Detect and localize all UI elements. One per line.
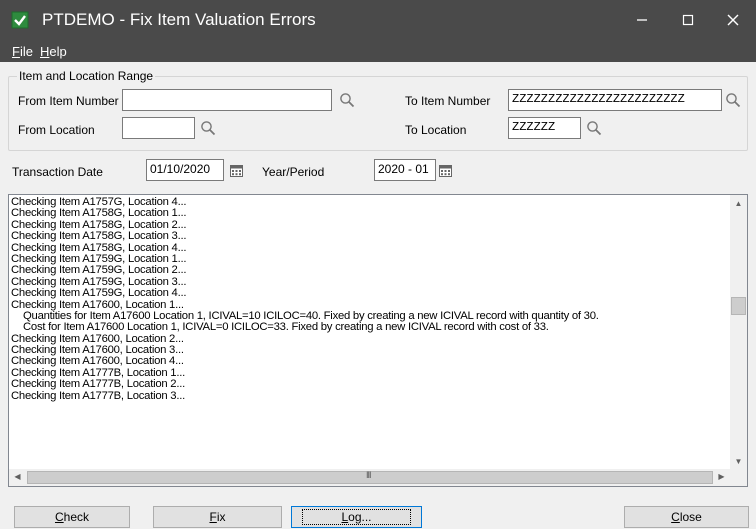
minimize-icon: [637, 19, 647, 21]
year-period-input[interactable]: 2020 - 01: [374, 159, 436, 181]
transaction-date-input[interactable]: 01/10/2020: [146, 159, 224, 181]
title-bar: PTDEMO - Fix Item Valuation Errors: [0, 0, 756, 40]
scroll-grip: III: [366, 470, 371, 480]
group-title: Item and Location Range: [17, 69, 156, 83]
from-item-search-icon[interactable]: [339, 92, 355, 108]
scroll-left-icon[interactable]: ◀: [9, 472, 26, 481]
log-line: Checking Item A1758G, Location 3...: [11, 230, 187, 243]
close-button[interactable]: Close: [624, 506, 749, 528]
horizontal-scroll-thumb[interactable]: III: [27, 470, 713, 484]
year-period-label: Year/Period: [262, 165, 325, 179]
close-window-button[interactable]: [710, 0, 756, 40]
to-item-input[interactable]: ZZZZZZZZZZZZZZZZZZZZZZZZ: [508, 89, 722, 111]
log-output[interactable]: Checking Item A1757G, Location 4... Check…: [8, 194, 748, 487]
fix-mnemonic: F: [209, 510, 217, 524]
close-mnemonic: C: [671, 510, 680, 524]
close-icon: [727, 14, 739, 26]
to-location-label: To Location: [405, 123, 467, 137]
log-line: Checking Item A1759G, Location 4...: [11, 287, 187, 300]
item-location-range-group: [8, 76, 748, 151]
to-item-label: To Item Number: [405, 94, 491, 108]
transaction-date-calendar-icon[interactable]: [230, 165, 243, 177]
vertical-scroll-thumb[interactable]: [731, 297, 746, 315]
scroll-up-icon[interactable]: ▲: [730, 199, 747, 208]
menu-help-label: elp: [49, 44, 67, 59]
menu-bar: File Help: [0, 40, 756, 62]
menu-help-mnemonic: H: [40, 44, 50, 59]
scroll-right-icon[interactable]: ▶: [713, 472, 730, 481]
log-line: Checking Item A1777B, Location 2...: [11, 378, 185, 391]
from-location-search-icon[interactable]: [200, 120, 216, 136]
to-location-search-icon[interactable]: [586, 120, 602, 136]
app-check-icon: [11, 11, 29, 29]
transaction-date-label: Transaction Date: [12, 165, 103, 179]
from-location-label: From Location: [18, 123, 95, 137]
log-lines: Checking Item A1757G, Location 4... Check…: [11, 197, 729, 467]
from-item-input[interactable]: [122, 89, 332, 111]
check-mnemonic: C: [54, 510, 64, 524]
log-line: Checking Item A1777B, Location 3...: [11, 389, 185, 402]
menu-file-mnemonic: F: [12, 44, 20, 59]
horizontal-scrollbar[interactable]: ◀ III ▶: [9, 469, 730, 486]
menu-file-label: ile: [19, 44, 33, 59]
from-location-input[interactable]: [122, 117, 195, 139]
maximize-icon: [682, 14, 694, 26]
vertical-scrollbar[interactable]: ▲ ▼: [730, 195, 747, 470]
log-label: og...: [348, 510, 372, 524]
fix-label: ix: [216, 510, 226, 524]
log-button-focus: Log...: [302, 509, 411, 525]
fix-button[interactable]: Fix: [153, 506, 282, 528]
log-line: Cost for Item A17600 Location 1, ICIVAL=…: [23, 321, 549, 334]
log-button[interactable]: Log...: [291, 506, 422, 528]
year-period-calendar-icon[interactable]: [439, 165, 452, 177]
close-label: lose: [679, 510, 702, 524]
scroll-down-icon[interactable]: ▼: [730, 457, 747, 466]
check-label: heck: [63, 510, 90, 524]
menu-help[interactable]: Help: [40, 44, 67, 59]
to-location-input[interactable]: ZZZZZZ: [508, 117, 581, 139]
maximize-button[interactable]: [665, 0, 711, 40]
scrollbar-corner: [730, 469, 747, 486]
minimize-button[interactable]: [619, 0, 665, 40]
from-item-label: From Item Number: [18, 94, 119, 108]
check-button[interactable]: Check: [14, 506, 130, 528]
window-title: PTDEMO - Fix Item Valuation Errors: [42, 10, 316, 29]
to-item-search-icon[interactable]: [725, 92, 741, 108]
menu-file[interactable]: File: [12, 44, 33, 59]
